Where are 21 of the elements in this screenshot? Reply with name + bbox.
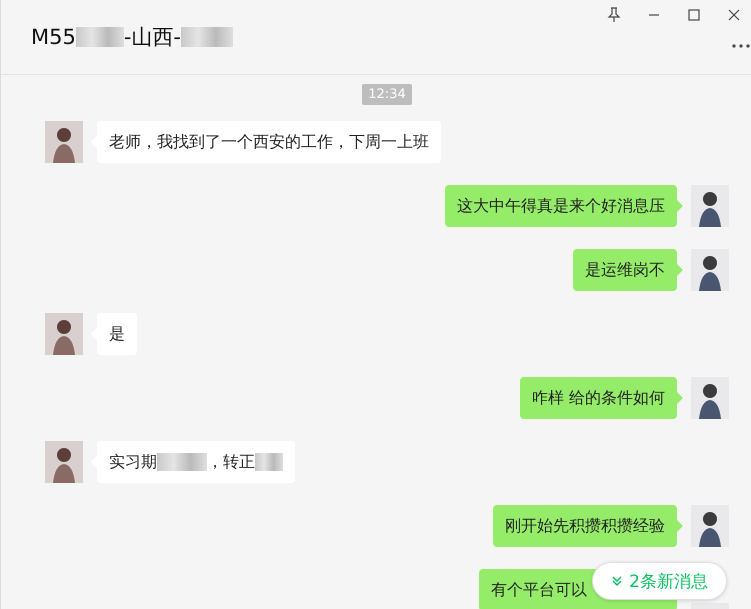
blurred-text <box>181 27 233 47</box>
blurred-text <box>76 27 124 47</box>
chat-title: M55 -山西- <box>31 23 233 51</box>
blurred-text <box>255 453 283 471</box>
pin-icon <box>607 7 621 23</box>
message-bubble: 咋样 给的条件如何 <box>520 377 677 419</box>
timestamp: 12:34 <box>362 84 412 105</box>
close-icon <box>728 9 740 21</box>
chevrons-down-icon <box>611 575 624 587</box>
message-bubble: 刚开始先积攒积攒经验 <box>493 505 677 547</box>
maximize-icon <box>688 9 700 21</box>
blurred-text <box>157 453 207 471</box>
message-bubble: 老师，我找到了一个西安的工作，下周一上班 <box>97 121 441 163</box>
message-bubble: 是运维岗不 <box>573 249 677 291</box>
message-bubble: 实习期 ，转正 <box>97 441 295 483</box>
more-icon <box>732 44 750 48</box>
message-bubble: 这大中午得真是来个好消息压 <box>445 185 677 227</box>
message-bubble: 是 <box>97 313 137 355</box>
pin-button[interactable] <box>605 6 623 24</box>
new-messages-toast[interactable]: 2条新消息 <box>592 562 727 600</box>
more-button[interactable] <box>731 42 751 50</box>
